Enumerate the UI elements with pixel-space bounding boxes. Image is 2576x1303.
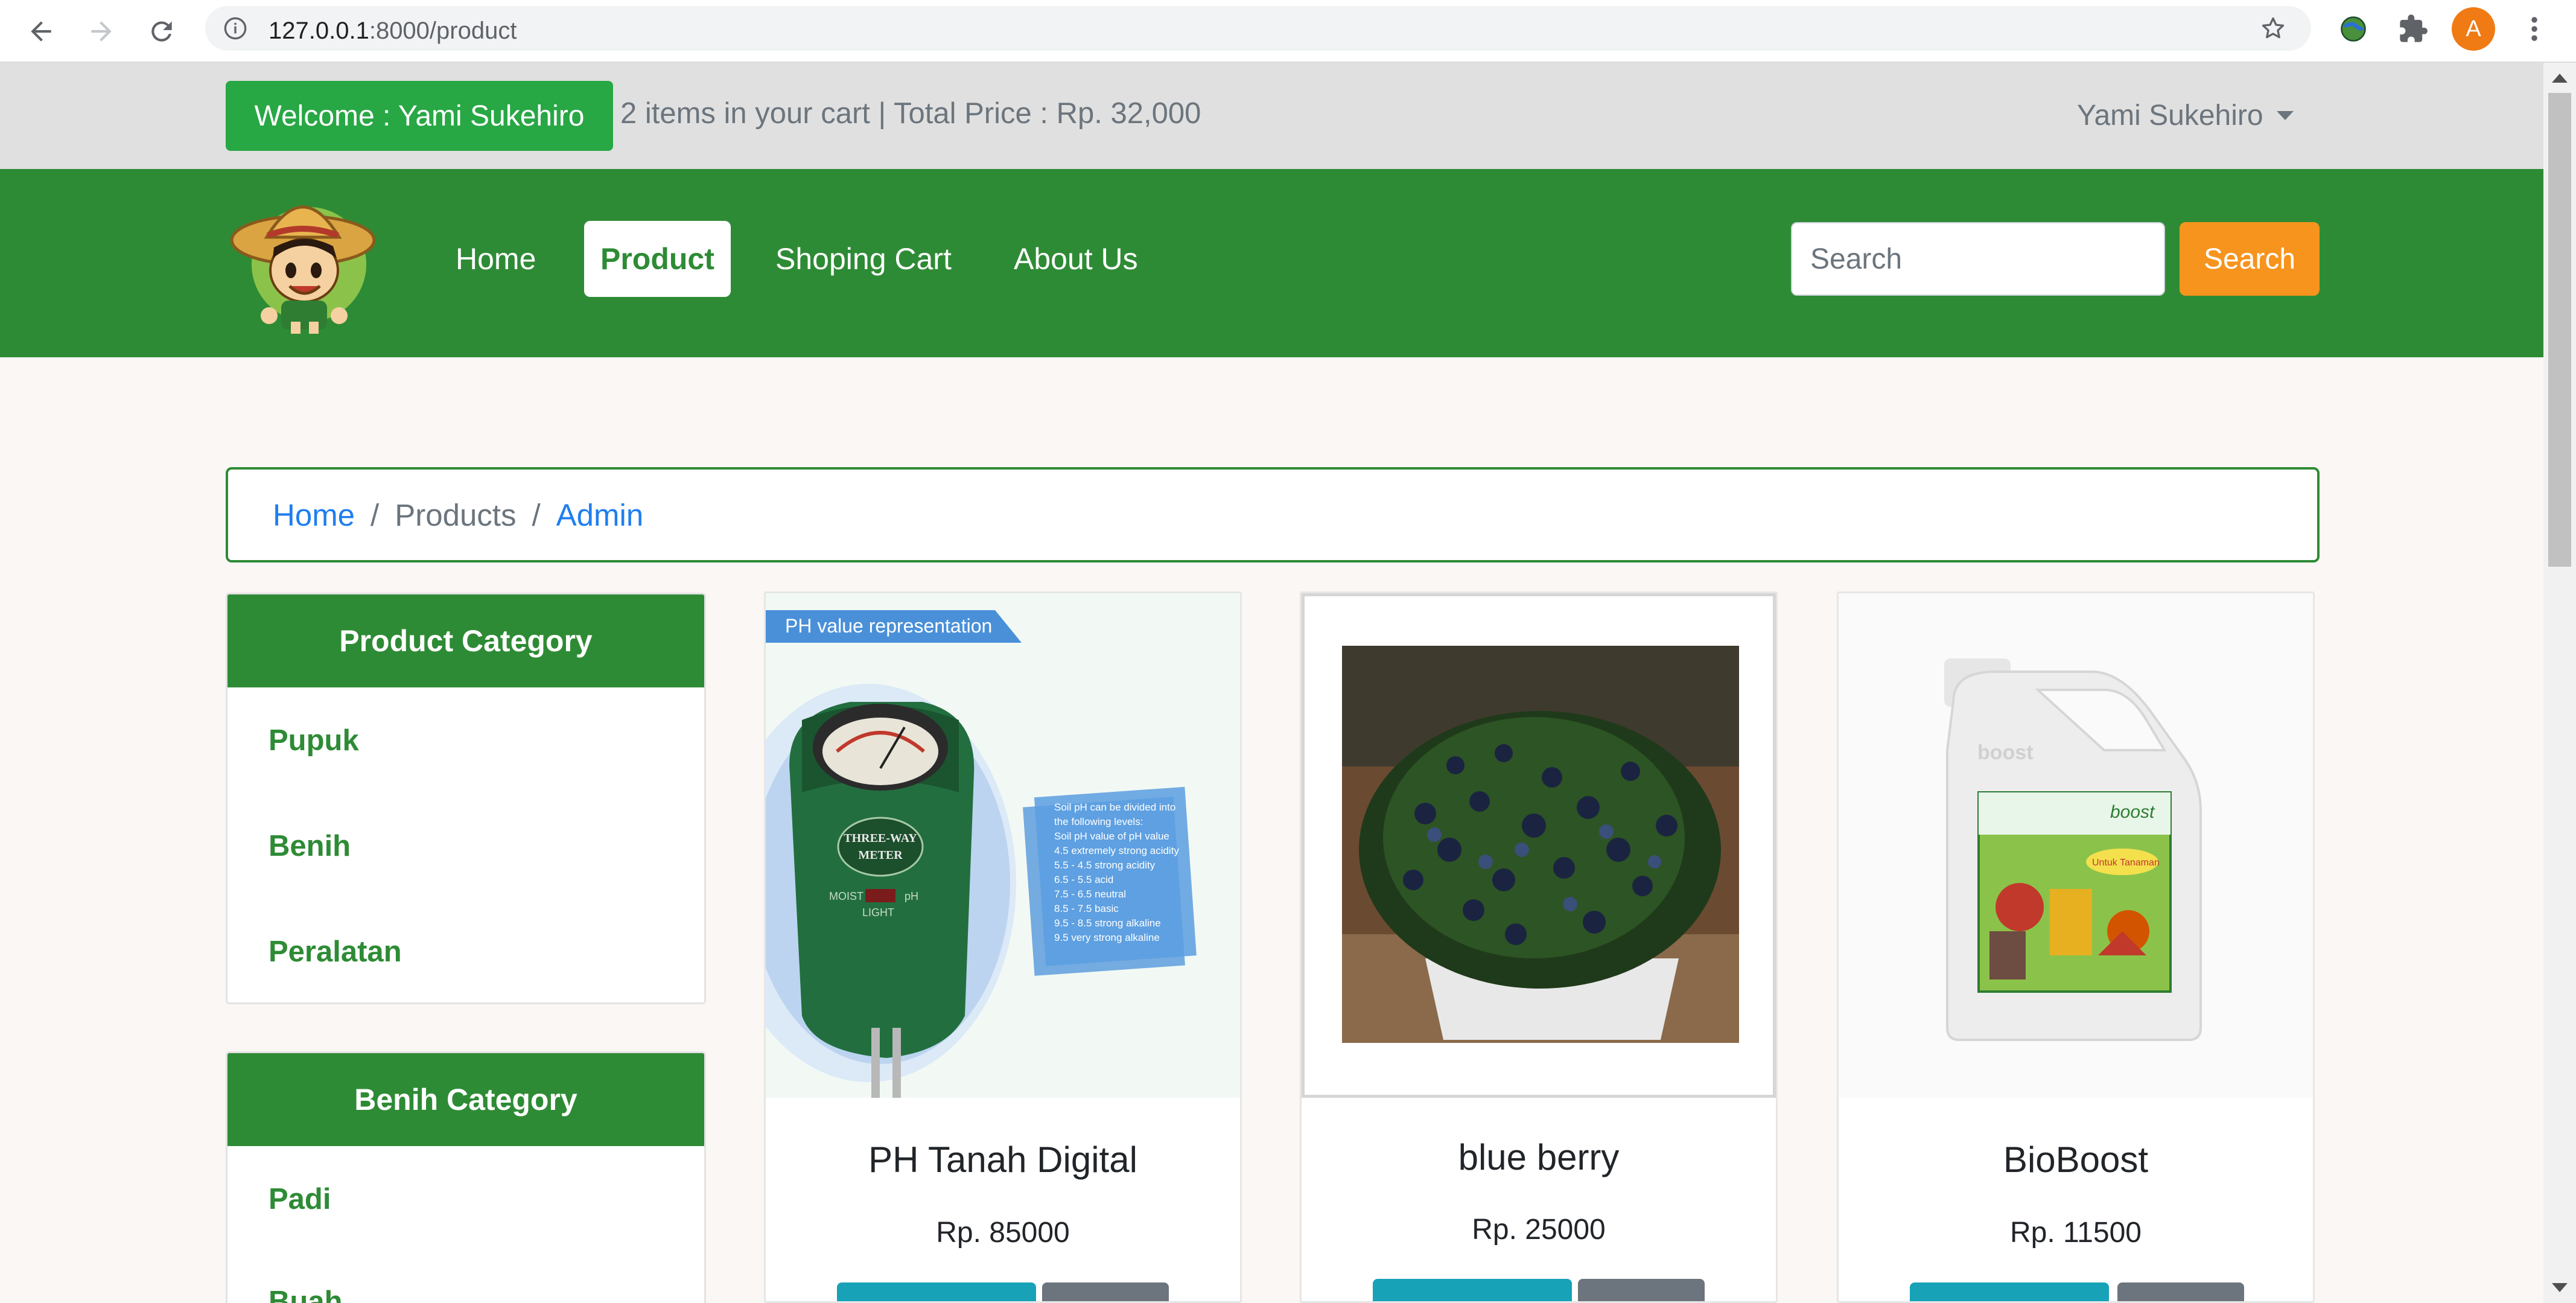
product-card: PH value representation THREE-WAY METER … [764, 591, 1242, 1303]
bioboost-label-tag: Untuk Tanaman [2092, 858, 2160, 868]
product-image-bioboost[interactable]: boost boost Untuk Tanaman [1839, 593, 2313, 1098]
ph-table-line: 5.5 - 4.5 strong acidity [1054, 859, 1156, 871]
detail-button[interactable] [837, 1282, 1036, 1301]
meter-label-text: THREE-WAY [844, 832, 917, 845]
product-price: Rp. 85000 [936, 1217, 1070, 1249]
ph-table-line: 6.5 - 5.5 acid [1054, 874, 1113, 885]
page-scrollbar[interactable] [2543, 63, 2576, 1303]
breadcrumb-products: Products [395, 497, 517, 532]
ph-table-line: 8.5 - 7.5 basic [1054, 903, 1119, 914]
product-price: Rp. 11500 [2010, 1217, 2142, 1249]
product-category-title: Product Category [227, 594, 704, 687]
breadcrumb-separator: / [532, 497, 541, 532]
meter-moist-text: MOIST [829, 890, 863, 902]
reload-icon[interactable] [144, 13, 180, 49]
top-info-bar: Welcome : Yami Sukehiro 2 items in your … [0, 63, 2543, 169]
product-card: blue berry Rp. 25000 [1300, 591, 1778, 1303]
nav-about-us[interactable]: About Us [997, 221, 1154, 297]
product-category-card: Product Category Pupuk Benih Peralatan [226, 593, 706, 1004]
main-navbar: Home Product Shoping Cart About Us Searc… [0, 169, 2543, 357]
meter-ph-text: pH [905, 890, 918, 902]
breadcrumb-admin[interactable]: Admin [556, 497, 644, 533]
search-button[interactable]: Search [2180, 222, 2320, 296]
ph-table-line: 9.5 - 8.5 strong alkaline [1054, 917, 1161, 929]
product-card: boost boost Untuk Tanaman BioBoost Rp. 1… [1837, 591, 2315, 1303]
address-bar[interactable]: 127.0.0.1:8000/product [205, 6, 2311, 51]
welcome-button[interactable]: Welcome : Yami Sukehiro [226, 81, 613, 151]
extension-globe-icon[interactable] [2338, 13, 2369, 48]
benih-item-padi[interactable]: Padi [269, 1182, 331, 1216]
detail-button[interactable] [1373, 1279, 1572, 1301]
back-arrow-icon[interactable] [23, 13, 59, 49]
extensions-puzzle-icon[interactable] [2397, 13, 2429, 48]
ph-table-line: Soil pH can be divided into [1054, 801, 1175, 813]
ph-table-line: Soil pH value of pH value [1054, 830, 1169, 842]
category-item-benih[interactable]: Benih [269, 829, 351, 863]
meter-light-text: LIGHT [862, 906, 894, 919]
product-price: Rp. 25000 [1472, 1214, 1606, 1246]
profile-avatar[interactable]: A [2452, 7, 2495, 51]
info-icon[interactable] [223, 16, 247, 43]
scrollbar-thumb[interactable] [2548, 93, 2571, 567]
category-item-peralatan[interactable]: Peralatan [269, 935, 402, 969]
benih-category-title: Benih Category [227, 1053, 704, 1146]
breadcrumb: Home / Products / Admin [226, 467, 2320, 562]
bioboost-label-brand: boost [2110, 802, 2155, 822]
product-image-ph-meter[interactable]: PH value representation THREE-WAY METER … [766, 593, 1240, 1098]
add-to-cart-button[interactable] [2117, 1282, 2244, 1301]
benih-item-buah[interactable]: Buah [269, 1285, 343, 1303]
breadcrumb-separator: / [370, 497, 380, 532]
cart-summary: 2 items in your cart | Total Price : Rp.… [620, 97, 1201, 130]
product-name[interactable]: PH Tanah Digital [766, 1139, 1240, 1180]
nav-shopping-cart[interactable]: Shoping Cart [759, 221, 968, 297]
ph-table-line: the following levels: [1054, 816, 1143, 827]
user-name: Yami Sukehiro [2077, 100, 2263, 132]
meter-label-text: METER [858, 849, 903, 862]
product-image-blueberry[interactable] [1302, 593, 1776, 1098]
ph-table-line: 7.5 - 6.5 neutral [1054, 888, 1126, 900]
add-to-cart-button[interactable] [1042, 1282, 1169, 1301]
caret-down-icon [2276, 111, 2294, 120]
url-text: 127.0.0.1:8000/product [269, 18, 517, 44]
product-name[interactable]: BioBoost [1839, 1139, 2313, 1180]
breadcrumb-home[interactable]: Home [273, 497, 355, 533]
search-input[interactable] [1791, 222, 2165, 296]
more-menu-icon[interactable] [2522, 13, 2546, 48]
nav-home[interactable]: Home [439, 221, 552, 297]
nav-product[interactable]: Product [584, 221, 731, 297]
farmer-logo[interactable] [230, 180, 387, 337]
product-name[interactable]: blue berry [1302, 1136, 1776, 1178]
detail-button[interactable] [1910, 1282, 2109, 1301]
forward-arrow-icon[interactable] [83, 13, 119, 49]
category-item-pupuk[interactable]: Pupuk [269, 724, 359, 757]
ph-banner-text: PH value representation [785, 615, 992, 637]
scroll-down-arrow-icon[interactable] [2552, 1283, 2568, 1292]
benih-category-card: Benih Category Padi Buah [226, 1051, 706, 1303]
ph-table-line: 4.5 extremely strong acidity [1054, 845, 1179, 856]
bioboost-embossed-text: boost [1977, 741, 2034, 764]
add-to-cart-button[interactable] [1578, 1279, 1705, 1301]
user-dropdown[interactable]: Yami Sukehiro [2077, 99, 2294, 132]
browser-toolbar: 127.0.0.1:8000/product A [0, 0, 2576, 63]
ph-table-line: 9.5 very strong alkaline [1054, 932, 1160, 943]
bookmark-star-icon[interactable] [2260, 15, 2286, 45]
scroll-up-arrow-icon[interactable] [2552, 74, 2568, 83]
